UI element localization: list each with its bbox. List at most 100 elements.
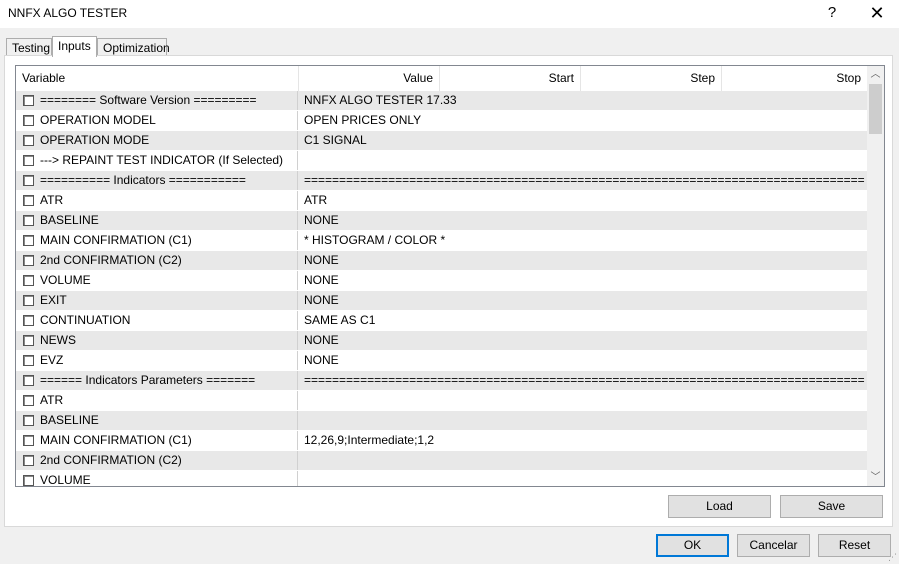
- value-cell[interactable]: 12,26,9;Intermediate;1,2: [299, 431, 865, 450]
- variable-label: CONTINUATION: [40, 313, 131, 327]
- optimize-checkbox[interactable]: [23, 295, 34, 306]
- optimize-checkbox[interactable]: [23, 375, 34, 386]
- variable-label: ---> REPAINT TEST INDICATOR (If Selected…: [40, 153, 284, 167]
- value-cell[interactable]: NNFX ALGO TESTER 17.33: [299, 91, 865, 110]
- table-row[interactable]: ====== Indicators Parameters ======= ====…: [16, 371, 867, 391]
- table-row[interactable]: 2nd CONFIRMATION (C2) NONE: [16, 251, 867, 271]
- optimize-checkbox[interactable]: [23, 475, 34, 486]
- table-row[interactable]: ATR ATR: [16, 191, 867, 211]
- table-row[interactable]: ========== Indicators =========== =======…: [16, 171, 867, 191]
- ok-button[interactable]: OK: [656, 534, 729, 557]
- optimize-checkbox[interactable]: [23, 215, 34, 226]
- optimize-checkbox[interactable]: [23, 415, 34, 426]
- optimize-checkbox[interactable]: [23, 135, 34, 146]
- optimize-checkbox[interactable]: [23, 175, 34, 186]
- value-cell[interactable]: NONE: [299, 351, 865, 370]
- variable-cell: ======== Software Version =========: [16, 91, 298, 110]
- optimize-checkbox[interactable]: [23, 435, 34, 446]
- value-cell[interactable]: NONE: [299, 211, 865, 230]
- tab-optimization[interactable]: Optimization: [97, 38, 170, 56]
- optimize-checkbox[interactable]: [23, 95, 34, 106]
- table-row[interactable]: MAIN CONFIRMATION (C1) 12,26,9;Intermedia…: [16, 431, 867, 451]
- resize-grip-icon[interactable]: ⋰: [887, 552, 897, 562]
- vertical-scrollbar[interactable]: ︿ ﹀: [867, 66, 884, 486]
- value-cell[interactable]: [299, 151, 865, 170]
- close-icon: ✕: [869, 3, 885, 23]
- optimize-checkbox[interactable]: [23, 395, 34, 406]
- table-row[interactable]: OPERATION MODEL OPEN PRICES ONLY: [16, 111, 867, 131]
- value-cell[interactable]: NONE: [299, 271, 865, 290]
- table-row[interactable]: BASELINE: [16, 411, 867, 431]
- reset-button[interactable]: Reset: [818, 534, 891, 557]
- variable-label: ATR: [40, 393, 64, 407]
- table-row[interactable]: MAIN CONFIRMATION (C1) * HISTOGRAM / COLO…: [16, 231, 867, 251]
- table-row[interactable]: ======== Software Version ========= NNFX …: [16, 91, 867, 111]
- variable-label: OPERATION MODE: [40, 133, 150, 147]
- value-cell[interactable]: * HISTOGRAM / COLOR *: [299, 231, 865, 250]
- grid-header: Variable Value Start Step Stop: [16, 66, 867, 92]
- optimize-checkbox[interactable]: [23, 275, 34, 286]
- variable-label: MAIN CONFIRMATION (C1): [40, 433, 192, 447]
- variable-label: BASELINE: [40, 413, 99, 427]
- tab-testing[interactable]: Testing: [6, 38, 52, 56]
- optimize-checkbox[interactable]: [23, 355, 34, 366]
- cancel-button[interactable]: Cancelar: [737, 534, 810, 557]
- variable-label: ========== Indicators ===========: [40, 173, 246, 187]
- value-cell[interactable]: C1 SIGNAL: [299, 131, 865, 150]
- inputs-grid[interactable]: Variable Value Start Step Stop ======== …: [15, 65, 885, 487]
- column-header-value[interactable]: Value: [299, 66, 440, 91]
- value-cell[interactable]: SAME AS C1: [299, 311, 865, 330]
- value-cell[interactable]: OPEN PRICES ONLY: [299, 111, 865, 130]
- table-row[interactable]: VOLUME NONE: [16, 271, 867, 291]
- optimize-checkbox[interactable]: [23, 255, 34, 266]
- optimize-checkbox[interactable]: [23, 115, 34, 126]
- column-header-stop[interactable]: Stop: [722, 66, 867, 91]
- optimize-checkbox[interactable]: [23, 455, 34, 466]
- table-row[interactable]: EXIT NONE: [16, 291, 867, 311]
- table-row[interactable]: BASELINE NONE: [16, 211, 867, 231]
- variable-cell: 2nd CONFIRMATION (C2): [16, 251, 298, 270]
- column-header-start[interactable]: Start: [440, 66, 581, 91]
- table-row[interactable]: ---> REPAINT TEST INDICATOR (If Selected…: [16, 151, 867, 171]
- value-cell[interactable]: [299, 471, 865, 486]
- variable-label: ======== Software Version =========: [40, 93, 257, 107]
- value-cell[interactable]: [299, 411, 865, 430]
- value-cell[interactable]: NONE: [299, 291, 865, 310]
- save-button[interactable]: Save: [780, 495, 883, 518]
- table-row[interactable]: VOLUME: [16, 471, 867, 486]
- variable-label: ATR: [40, 193, 64, 207]
- value-cell[interactable]: NONE: [299, 251, 865, 270]
- table-row[interactable]: NEWS NONE: [16, 331, 867, 351]
- help-button[interactable]: ?: [810, 0, 854, 28]
- variable-label: 2nd CONFIRMATION (C2): [40, 253, 182, 267]
- column-header-variable[interactable]: Variable: [16, 66, 299, 91]
- close-button[interactable]: ✕: [855, 0, 899, 28]
- optimize-checkbox[interactable]: [23, 155, 34, 166]
- value-cell[interactable]: ========================================…: [299, 371, 865, 390]
- table-row[interactable]: EVZ NONE: [16, 351, 867, 371]
- tab-inputs[interactable]: Inputs: [52, 36, 97, 57]
- scroll-up-icon[interactable]: ︿: [867, 66, 884, 83]
- value-cell[interactable]: [299, 451, 865, 470]
- table-row[interactable]: CONTINUATION SAME AS C1: [16, 311, 867, 331]
- optimize-checkbox[interactable]: [23, 335, 34, 346]
- variable-label: BASELINE: [40, 213, 99, 227]
- load-button[interactable]: Load: [668, 495, 771, 518]
- optimize-checkbox[interactable]: [23, 195, 34, 206]
- optimize-checkbox[interactable]: [23, 235, 34, 246]
- variable-cell: MAIN CONFIRMATION (C1): [16, 431, 298, 450]
- value-cell[interactable]: ATR: [299, 191, 865, 210]
- value-cell[interactable]: ========================================…: [299, 171, 865, 190]
- table-row[interactable]: 2nd CONFIRMATION (C2): [16, 451, 867, 471]
- value-cell[interactable]: NONE: [299, 331, 865, 350]
- scroll-down-icon[interactable]: ﹀: [867, 469, 884, 486]
- optimize-checkbox[interactable]: [23, 315, 34, 326]
- column-header-step[interactable]: Step: [581, 66, 722, 91]
- variable-cell: ATR: [16, 391, 298, 410]
- variable-label: VOLUME: [40, 273, 91, 287]
- table-row[interactable]: ATR: [16, 391, 867, 411]
- value-cell[interactable]: [299, 391, 865, 410]
- variable-cell: MAIN CONFIRMATION (C1): [16, 231, 298, 250]
- scroll-thumb[interactable]: [869, 84, 882, 134]
- table-row[interactable]: OPERATION MODE C1 SIGNAL: [16, 131, 867, 151]
